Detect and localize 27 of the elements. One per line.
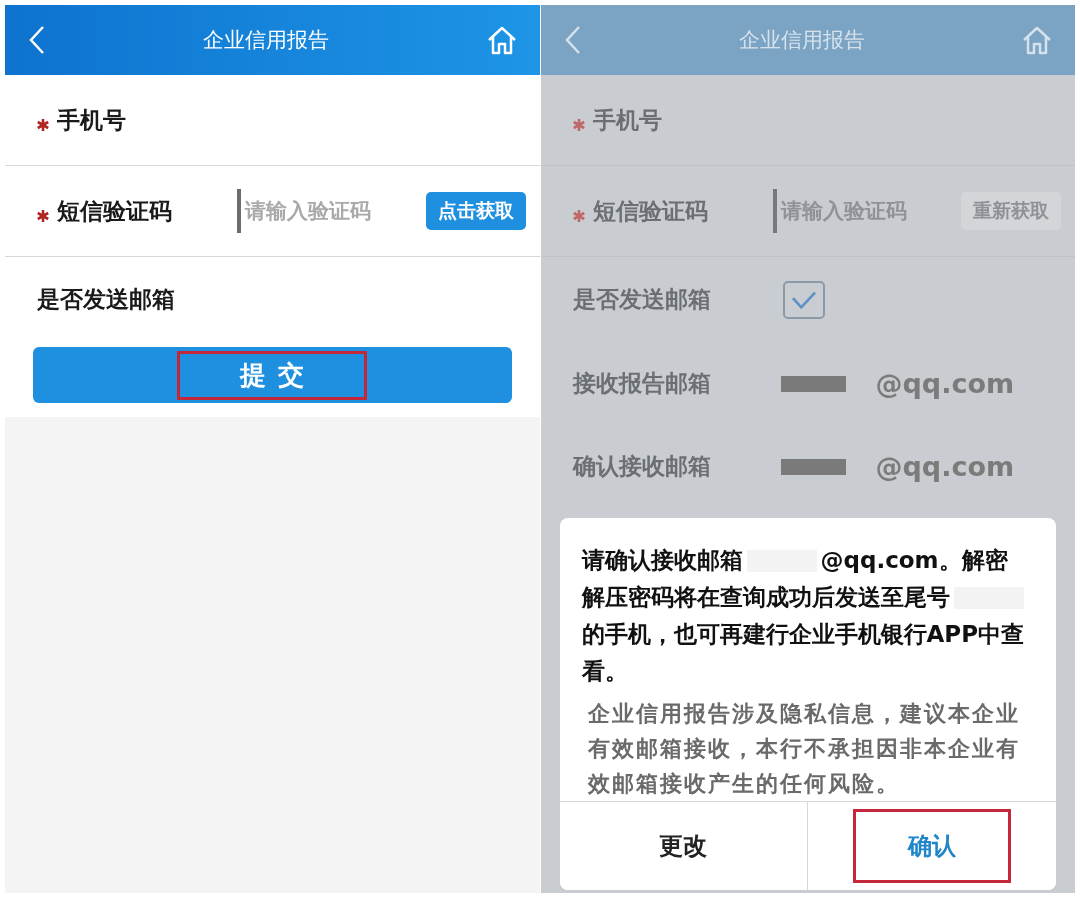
page-title: 企业信用报告 xyxy=(203,27,330,54)
code-input-field[interactable]: 请输入验证码 xyxy=(772,189,961,233)
page-title: 企业信用报告 xyxy=(738,27,865,54)
redacted-block xyxy=(780,375,846,392)
email-domain: @qq.com xyxy=(875,368,1015,399)
dialog-message: @qq.com。解密 xyxy=(820,546,1008,575)
field-label: 短信验证码 xyxy=(57,196,172,226)
field-label: 确认接收邮箱 xyxy=(572,452,711,481)
field-label: 是否发送邮箱 xyxy=(37,285,175,314)
dialog-message: 的手机，也可再建行企业手机银行APP中查看。 xyxy=(581,621,1024,684)
back-icon[interactable] xyxy=(27,25,47,55)
code-input-field[interactable]: 请输入验证码 xyxy=(237,189,426,233)
field-label: 是否发送邮箱 xyxy=(572,285,711,314)
dialog-note: 企业信用报告涉及隐私信息，建议本企业有效邮箱接收，本行不承担因非本企业有效邮箱接收产生的任何风险。 xyxy=(586,700,1021,798)
redacted-block xyxy=(780,458,846,475)
dialog-message: 解压密码将在查询成功后发送至尾号 xyxy=(581,583,950,612)
confirm-button[interactable]: 确认 xyxy=(807,802,1056,890)
submit-button[interactable]: 提交 xyxy=(33,347,512,403)
email-checkbox[interactable] xyxy=(782,280,825,319)
dialog-message: 请确认接收邮箱 xyxy=(581,546,743,575)
get-code-button[interactable]: 点击获取 xyxy=(425,192,526,230)
home-icon[interactable] xyxy=(1021,25,1053,55)
field-label: 接收报告邮箱 xyxy=(572,369,711,398)
field-label: 手机号 xyxy=(592,105,662,135)
field-label: 短信验证码 xyxy=(592,196,708,226)
email-domain: @qq.com xyxy=(875,451,1015,482)
field-label: 手机号 xyxy=(57,105,126,135)
